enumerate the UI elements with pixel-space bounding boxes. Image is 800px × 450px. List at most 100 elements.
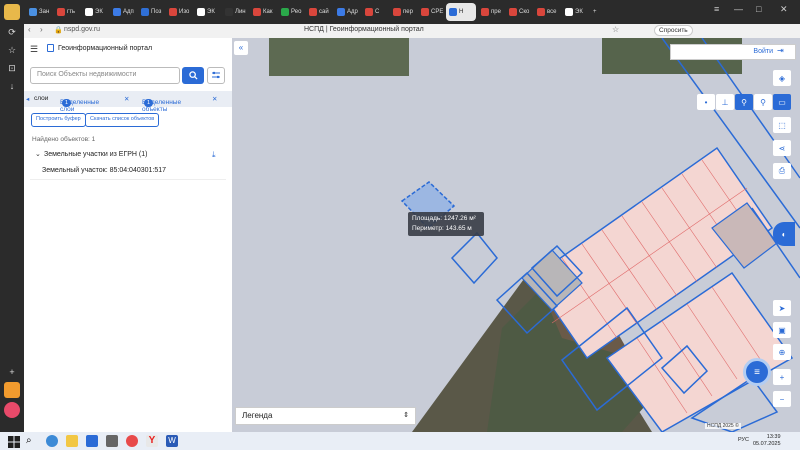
browser-tab[interactable]: С: [362, 3, 388, 21]
browser-tab[interactable]: Зан: [26, 3, 52, 21]
browser-tab[interactable]: ЭК: [562, 3, 588, 21]
zoom-out-button[interactable]: −: [773, 391, 791, 407]
new-tab-button[interactable]: +: [590, 3, 602, 21]
legend-dropdown[interactable]: Легенда ⇕: [235, 407, 416, 425]
forward-icon[interactable]: ›: [40, 25, 43, 34]
address-bar: ‹ › 🔒 nspd.gov.ru НСПД | Геоинформационн…: [24, 24, 800, 38]
minimap-button[interactable]: ▣: [773, 322, 791, 338]
map-settings-button[interactable]: ⊕: [773, 344, 791, 360]
chat-button[interactable]: ≡: [743, 358, 771, 386]
browser-tab[interactable]: Адр: [334, 3, 360, 21]
clock-time: 13:39: [766, 434, 781, 440]
browser-tab[interactable]: все: [534, 3, 560, 21]
browser-tab[interactable]: Лин: [222, 3, 248, 21]
minimize-icon[interactable]: —: [734, 4, 743, 14]
menu-icon[interactable]: ≡: [714, 4, 719, 14]
close-icon[interactable]: ✕: [780, 4, 788, 15]
browser-tab[interactable]: ЭК: [194, 3, 220, 21]
layers-icon: ◈: [778, 73, 786, 83]
group-chevron-icon[interactable]: ⌄: [35, 150, 41, 158]
tab-favicon-icon: [113, 8, 121, 16]
bookmark-star-icon[interactable]: ☆: [612, 25, 619, 34]
edge-icon[interactable]: [46, 435, 58, 447]
taskbar-search-icon[interactable]: ⌕: [26, 435, 38, 447]
yandex-icon[interactable]: Y: [146, 435, 158, 447]
search-input[interactable]: Поиск Объекты недвижимости: [30, 67, 180, 84]
browser-tab[interactable]: ЭК: [82, 3, 108, 21]
assistant-icon: ◐: [781, 229, 787, 239]
build-buffer-button[interactable]: Построить буфер: [31, 113, 86, 127]
url-text[interactable]: nspd.gov.ru: [64, 26, 100, 33]
browser-tab[interactable]: сай: [306, 3, 332, 21]
language-indicator[interactable]: РУС: [738, 437, 749, 443]
zoom-in-button[interactable]: +: [773, 369, 791, 385]
explorer-icon[interactable]: [66, 435, 78, 447]
browser-tab[interactable]: Поз: [138, 3, 164, 21]
browser-tab[interactable]: Рео: [278, 3, 304, 21]
measure-tool-button[interactable]: ⚲: [754, 94, 772, 110]
app-icon-6[interactable]: [126, 435, 138, 447]
tab-favicon-icon: [393, 8, 401, 16]
word-icon[interactable]: W: [166, 435, 178, 447]
back-icon[interactable]: ‹: [28, 25, 31, 34]
measure-line-button[interactable]: ⊥: [716, 94, 734, 110]
filter-button[interactable]: [207, 67, 225, 84]
tab-label: все: [547, 9, 557, 15]
app-icon[interactable]: [4, 4, 20, 20]
download-list-button[interactable]: Скачать список объектов: [85, 113, 160, 127]
plus-icon: +: [779, 372, 785, 382]
tabs-left-arrow-icon[interactable]: ◂: [26, 95, 29, 103]
clock[interactable]: 13:39 05.07.2025: [753, 434, 781, 448]
selected-objects-badge: 1: [144, 99, 154, 107]
ask-button[interactable]: Спросить: [654, 25, 693, 36]
clock-date: 05.07.2025: [753, 441, 781, 447]
tab-label: ЭК: [95, 9, 103, 15]
browser-tab[interactable]: Изо: [166, 3, 192, 21]
browser-tab[interactable]: Ско: [506, 3, 532, 21]
app-pink-icon[interactable]: [4, 402, 20, 418]
browser-tab[interactable]: пер: [390, 3, 416, 21]
search-button[interactable]: [182, 67, 204, 84]
tab-layers[interactable]: слои: [34, 95, 48, 102]
history-icon[interactable]: ⟳: [4, 24, 20, 40]
point-tool-button[interactable]: •: [697, 94, 715, 110]
settings-icon: ⊕: [778, 347, 786, 357]
geolocation-button[interactable]: ➤: [773, 300, 791, 316]
assistant-tab-button[interactable]: ◐: [773, 222, 795, 246]
login-label: Войти: [753, 48, 773, 55]
measure-area-button[interactable]: ⚲: [735, 94, 753, 110]
toolbar-toggle-button[interactable]: ▭: [773, 94, 791, 110]
app-icon-5[interactable]: [106, 435, 118, 447]
tab-selected-objects-close-icon[interactable]: ✕: [212, 95, 217, 103]
search-icon: [188, 71, 198, 80]
browser-tab[interactable]: Н: [446, 3, 476, 21]
add-icon[interactable]: +: [4, 364, 20, 380]
windows-start-icon[interactable]: [8, 435, 20, 448]
parcel-item-label[interactable]: Земельный участок: 85:04:040301:517: [42, 167, 166, 174]
extension-icon[interactable]: ⊡: [4, 60, 20, 76]
tab-favicon-icon: [421, 8, 429, 16]
browser-tab[interactable]: Адп: [110, 3, 136, 21]
browser-tab[interactable]: гть: [54, 3, 80, 21]
bookmark-icon[interactable]: ☆: [4, 42, 20, 58]
maximize-icon[interactable]: □: [756, 4, 761, 14]
tab-label: Адп: [123, 9, 134, 15]
tab-selected-layers-close-icon[interactable]: ✕: [124, 95, 129, 103]
app-orange-icon[interactable]: [4, 382, 20, 398]
browser-tab[interactable]: Как: [250, 3, 276, 21]
print-button[interactable]: ⎙: [773, 163, 791, 179]
share-button[interactable]: ⋖: [773, 140, 791, 156]
outlook-icon[interactable]: [86, 435, 98, 447]
select-area-button[interactable]: ⬚: [773, 117, 791, 133]
browser-tab[interactable]: пре: [478, 3, 504, 21]
download-icon[interactable]: ⤓: [212, 150, 216, 160]
browser-tab[interactable]: СРЕ: [418, 3, 444, 21]
chat-icon: ≡: [754, 366, 760, 378]
tab-favicon-icon: [537, 8, 545, 16]
layers-button[interactable]: ◈: [773, 70, 791, 86]
tab-label: С: [375, 9, 380, 15]
download-icon[interactable]: ↓: [4, 78, 20, 94]
collapse-panel-button[interactable]: «: [234, 41, 248, 55]
hamburger-icon[interactable]: ☰: [30, 44, 38, 55]
group-title[interactable]: Земельные участки из ЕГРН (1): [44, 151, 147, 158]
